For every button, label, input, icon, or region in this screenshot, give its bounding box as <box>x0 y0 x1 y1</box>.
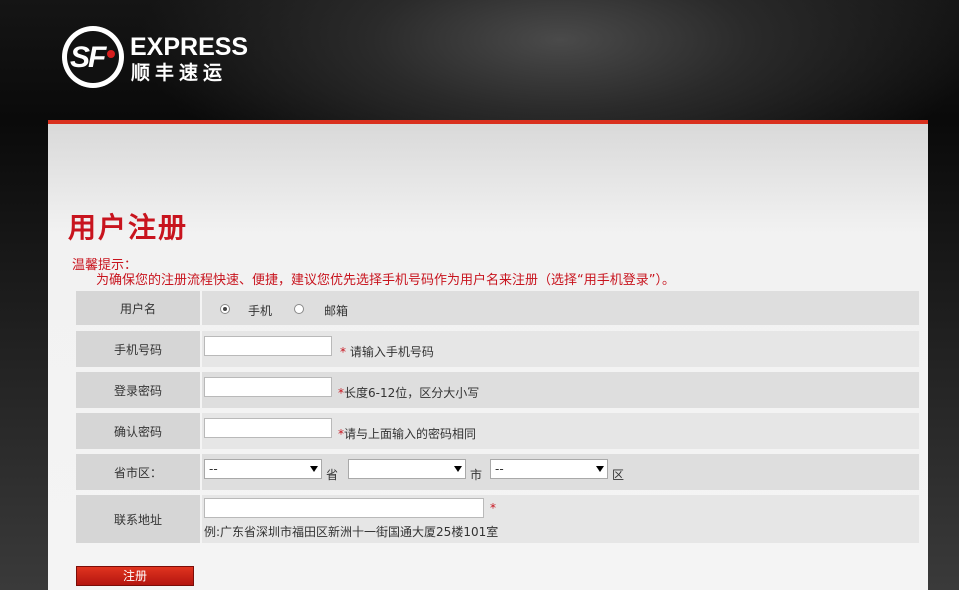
district-suffix: 区 <box>612 468 625 482</box>
phone-content: * 请输入手机号码 <box>202 331 919 367</box>
registration-panel: 用户注册 温馨提示： 为确保您的注册流程快速、便捷，建议您优先选择手机号码作为用… <box>48 120 928 590</box>
district-select-value: -- <box>495 462 504 476</box>
confirm-password-hint: *请与上面输入的密码相同 <box>338 425 476 442</box>
password-label: 登录密码 <box>76 372 202 408</box>
province-select[interactable]: -- <box>204 459 322 479</box>
logo-express-text: EXPRESS <box>130 33 249 61</box>
required-star: * <box>340 345 346 359</box>
radio-phone[interactable] <box>220 304 230 314</box>
address-row: 联系地址 * 例:广东省深圳市福田区新洲十一街国通大厦25楼101室 <box>76 495 919 543</box>
confirm-password-row: 确认密码 *请与上面输入的密码相同 <box>76 413 919 449</box>
radio-phone-label[interactable]: 手机 <box>248 302 272 319</box>
register-button[interactable]: 注册 <box>76 566 194 586</box>
region-label: 省市区： <box>76 454 202 490</box>
username-options: 手机 邮箱 <box>202 291 919 325</box>
chevron-down-icon <box>596 466 604 472</box>
region-row: 省市区： -- 省 市 -- 区 <box>76 454 919 490</box>
city-suffix: 市 <box>470 468 483 482</box>
page-title: 用户注册 <box>68 211 189 244</box>
address-content: * 例:广东省深圳市福田区新洲十一街国通大厦25楼101室 <box>202 495 919 543</box>
site-header: SF EXPRESS 顺丰速运 <box>0 0 959 120</box>
confirm-password-hint-text: 请与上面输入的密码相同 <box>344 427 477 441</box>
address-input[interactable] <box>204 498 484 518</box>
sf-logo-letters: SF <box>70 41 106 74</box>
password-content: *长度6-12位，区分大小写 <box>202 372 919 408</box>
confirm-password-input[interactable] <box>204 418 332 438</box>
sf-express-logo[interactable]: SF EXPRESS 顺丰速运 <box>62 26 252 92</box>
phone-input[interactable] <box>204 336 332 356</box>
phone-hint: * 请输入手机号码 <box>340 343 434 360</box>
password-hint: *长度6-12位，区分大小写 <box>338 384 479 401</box>
district-select[interactable]: -- <box>490 459 608 479</box>
password-row: 登录密码 *长度6-12位，区分大小写 <box>76 372 919 408</box>
username-label: 用户名 <box>76 291 202 325</box>
province-select-value: -- <box>209 462 218 476</box>
confirm-password-content: *请与上面输入的密码相同 <box>202 413 919 449</box>
tip-label: 温馨提示： <box>72 258 138 273</box>
city-select[interactable] <box>348 459 466 479</box>
chevron-down-icon <box>454 466 462 472</box>
logo-chinese-text: 顺丰速运 <box>131 62 228 84</box>
password-input[interactable] <box>204 377 332 397</box>
password-hint-text: 长度6-12位，区分大小写 <box>344 386 480 400</box>
radio-email[interactable] <box>294 304 304 314</box>
phone-row: 手机号码 * 请输入手机号码 <box>76 331 919 367</box>
sf-logo-mark: SF <box>62 26 124 88</box>
province-suffix: 省 <box>326 468 339 482</box>
address-example: 例:广东省深圳市福田区新洲十一街国通大厦25楼101室 <box>204 525 499 539</box>
tip-text: 为确保您的注册流程快速、便捷，建议您优先选择手机号码作为用户名来注册（选择“用手… <box>96 273 675 288</box>
username-row: 用户名 手机 邮箱 <box>76 291 919 325</box>
phone-label: 手机号码 <box>76 331 202 367</box>
confirm-password-label: 确认密码 <box>76 413 202 449</box>
chevron-down-icon <box>310 466 318 472</box>
address-label: 联系地址 <box>76 495 202 543</box>
sf-logo-red-dot <box>107 50 115 58</box>
phone-hint-text: 请输入手机号码 <box>349 345 434 359</box>
radio-email-label[interactable]: 邮箱 <box>324 302 348 319</box>
region-content: -- 省 市 -- 区 <box>202 454 919 490</box>
required-star: * <box>490 501 496 515</box>
